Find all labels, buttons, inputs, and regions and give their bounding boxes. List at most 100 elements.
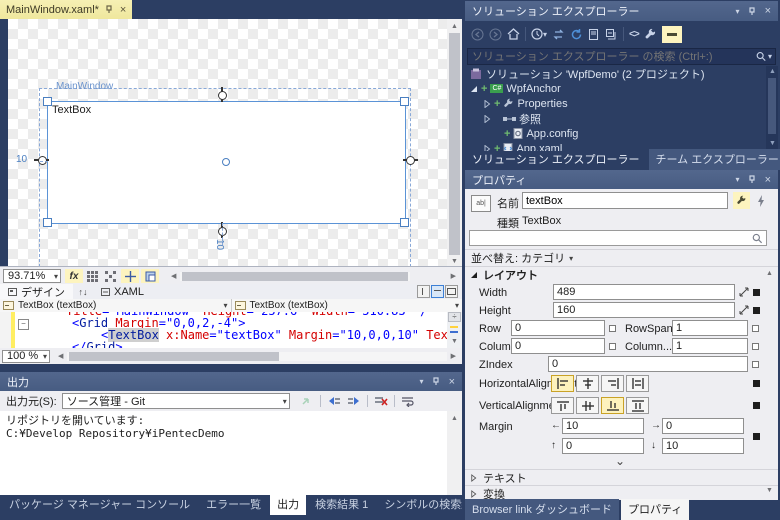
scroll-up-icon[interactable]: ▲ <box>451 23 458 30</box>
hscroll-right-icon[interactable]: ▶ <box>451 353 456 360</box>
close-icon[interactable]: × <box>449 376 455 388</box>
output-content[interactable]: リポジトリを開いています: C:¥Develop Repository¥iPen… <box>0 411 447 495</box>
tree-vscroll-thumb[interactable] <box>768 78 776 134</box>
pending-changes-filter-button[interactable]: ▾ <box>531 28 547 40</box>
height-field[interactable]: 160 <box>553 302 735 318</box>
properties-mode-button[interactable] <box>733 192 750 209</box>
scroll-down-icon[interactable]: ▼ <box>766 487 773 494</box>
home-icon[interactable] <box>507 28 520 40</box>
tab-xaml[interactable]: XAML <box>93 284 152 299</box>
close-icon[interactable]: × <box>765 174 771 186</box>
property-marker-default[interactable] <box>752 343 759 350</box>
xaml-code-editor[interactable]: − Title="MainWindow" Height="257.6" Widt… <box>0 312 447 348</box>
solution-explorer-search[interactable]: ▾ <box>467 48 776 65</box>
solution-tree-vscrollbar[interactable]: ▲ ▼ <box>766 66 778 151</box>
valign-top-button[interactable] <box>551 397 574 414</box>
column-field[interactable]: 0 <box>511 338 605 354</box>
pin-icon[interactable] <box>748 7 757 16</box>
properties-page-icon[interactable] <box>588 28 600 41</box>
window-menu-icon[interactable]: ▾ <box>736 7 740 16</box>
scroll-up-icon[interactable]: ▲ <box>766 270 773 277</box>
close-icon[interactable]: × <box>120 4 126 16</box>
pin-icon[interactable] <box>432 377 441 386</box>
scroll-down-icon[interactable]: ▼ <box>451 338 458 345</box>
editor-zoom-select[interactable]: 100 % ▾ <box>2 350 50 363</box>
designer-vscroll-thumb[interactable] <box>449 33 460 255</box>
tab-solution-explorer[interactable]: ソリューション エクスプローラー <box>465 149 647 170</box>
property-marker-default[interactable] <box>752 361 759 368</box>
hscroll-left-icon[interactable]: ◀ <box>171 273 176 280</box>
search-input[interactable] <box>468 51 756 63</box>
element-dropdown-right[interactable]: TextBox (textBox) ▾ <box>232 299 463 312</box>
valign-bottom-button[interactable] <box>601 397 624 414</box>
halign-right-button[interactable] <box>601 375 624 392</box>
tab-design[interactable]: デザイン <box>0 284 73 299</box>
scroll-up-icon[interactable]: ▲ <box>769 68 776 75</box>
editor-vscrollbar[interactable]: ÷ ▼ <box>447 312 462 348</box>
sync-with-active-document-icon[interactable] <box>552 29 565 40</box>
tab-team-explorer[interactable]: チーム エクスプローラー <box>649 149 780 170</box>
name-field[interactable] <box>522 192 728 209</box>
effects-toggle-button[interactable]: fx <box>65 269 83 283</box>
tree-row-project[interactable]: + C# WpfAnchor <box>465 81 765 96</box>
word-wrap-icon[interactable] <box>401 395 415 407</box>
selection-handle-bottomleft[interactable] <box>43 218 52 227</box>
expander-collapsed-icon[interactable] <box>483 100 491 108</box>
margin-bottom-field[interactable]: 10 <box>662 438 744 454</box>
sort-by-row[interactable]: 並べ替え: カテゴリ ▾ <box>465 249 778 266</box>
events-mode-button[interactable] <box>753 192 769 209</box>
valign-center-button[interactable] <box>576 397 599 414</box>
hscroll-right-icon[interactable]: ▶ <box>451 273 456 280</box>
pin-icon[interactable] <box>748 175 757 184</box>
tree-row-solution[interactable]: ソリューション 'WpfDemo' (2 プロジェクト) <box>465 66 765 81</box>
snaplines-toggle-button[interactable] <box>121 269 139 283</box>
hscroll-left-icon[interactable]: ◀ <box>58 353 63 360</box>
property-marker-set[interactable] <box>753 289 760 296</box>
selection-handle-topright[interactable] <box>400 97 409 106</box>
designer-zoom-select[interactable]: 93.71% ▾ <box>3 269 61 283</box>
tab-output[interactable]: 出力 <box>270 494 306 515</box>
preview-selected-items-toggle[interactable] <box>662 26 682 43</box>
tab-mainwindow-xaml[interactable]: MainWindow.xaml* × <box>0 0 132 19</box>
output-panel-header[interactable]: 出力 ▾ × <box>0 372 462 391</box>
vertical-split-button[interactable] <box>417 285 430 298</box>
wrench-icon[interactable] <box>644 28 657 41</box>
element-dropdown-left[interactable]: TextBox (textBox) ▾ <box>0 299 232 312</box>
property-marker-set[interactable] <box>753 307 760 314</box>
show-advanced-properties-expander[interactable]: ⌄ <box>605 456 635 466</box>
tab-package-manager-console[interactable]: パッケージ マネージャー コンソール <box>2 494 197 515</box>
collapse-all-icon[interactable] <box>605 28 618 41</box>
code-fold-button[interactable]: − <box>18 319 29 330</box>
close-icon[interactable]: × <box>765 5 771 17</box>
swap-panes-button[interactable]: ↑↓ <box>73 284 93 299</box>
expander-expanded-icon[interactable] <box>470 85 478 93</box>
search-icon[interactable] <box>756 51 766 62</box>
rowspan-field[interactable]: 1 <box>672 320 748 336</box>
margin-top-field[interactable]: 0 <box>562 438 644 454</box>
properties-search-field[interactable] <box>469 230 767 246</box>
panel-splitter[interactable] <box>462 0 465 520</box>
designer-hscroll-thumb[interactable] <box>182 272 408 281</box>
property-marker-set[interactable] <box>753 380 760 387</box>
property-marker-set[interactable] <box>753 402 760 409</box>
goto-message-icon[interactable] <box>300 395 314 407</box>
selection-handle-topleft[interactable] <box>43 97 52 106</box>
tab-find-results-1[interactable]: 検索結果 1 <box>308 494 375 515</box>
designer-vscrollbar[interactable]: ▲ ▼ <box>447 19 462 266</box>
forward-icon[interactable] <box>489 28 502 41</box>
editor-split-grip[interactable]: ÷ <box>448 312 461 322</box>
designer-hscrollbar[interactable] <box>180 272 410 281</box>
size-expand-icon[interactable] <box>739 287 749 297</box>
size-expand-icon[interactable] <box>739 305 749 315</box>
tree-row-references[interactable]: 参照 <box>465 111 765 126</box>
artboard-background-toggle-button[interactable] <box>141 269 159 283</box>
tab-browser-link-dashboard[interactable]: Browser link ダッシュボード <box>465 499 619 520</box>
properties-panel-header[interactable]: プロパティ ▾ × <box>465 170 778 189</box>
properties-search-input[interactable] <box>473 232 752 244</box>
columnspan-field[interactable]: 1 <box>672 338 748 354</box>
back-icon[interactable] <box>471 28 484 41</box>
refresh-icon[interactable] <box>570 28 583 41</box>
expander-collapsed-icon[interactable] <box>483 115 491 123</box>
editor-hscroll-thumb[interactable] <box>69 352 279 361</box>
scroll-up-icon[interactable]: ▲ <box>451 415 458 422</box>
